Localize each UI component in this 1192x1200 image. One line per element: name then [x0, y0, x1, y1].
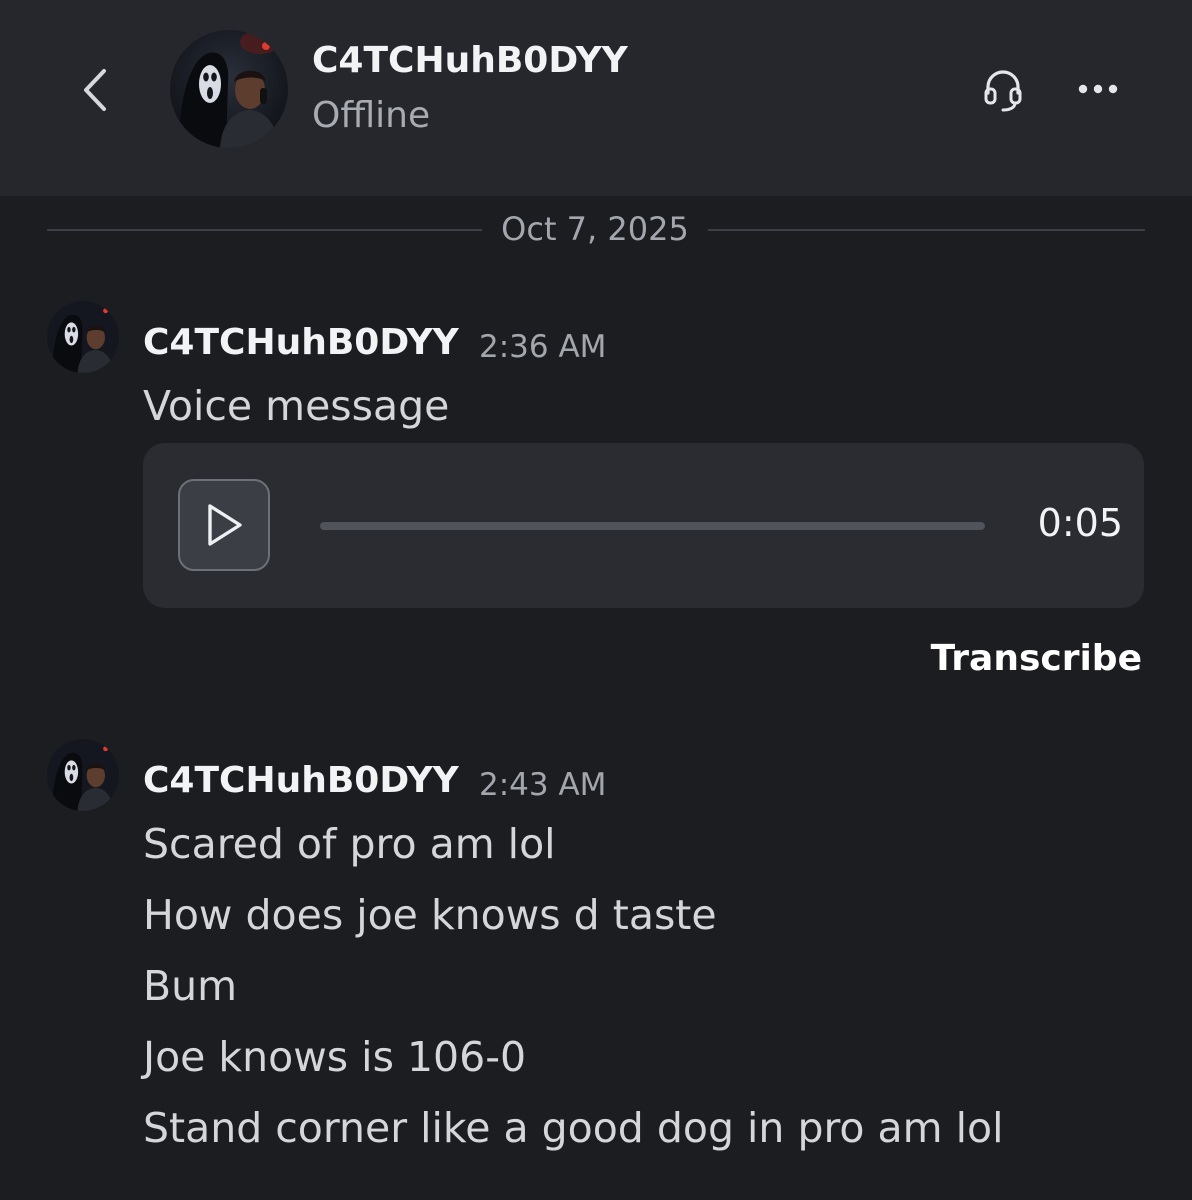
message-text: Joe knows is 106-0	[143, 1033, 527, 1081]
message-author[interactable]: C4TCHuhB0DYY	[143, 760, 459, 801]
message-avatar[interactable]	[47, 301, 119, 373]
contact-name[interactable]: C4TCHuhB0DYY	[312, 40, 628, 81]
play-icon	[208, 504, 242, 546]
contact-status: Offline	[312, 95, 431, 136]
date-divider-line-right	[708, 229, 1145, 231]
chevron-left-icon	[84, 69, 106, 111]
more-options-button[interactable]	[1072, 66, 1124, 112]
transcribe-button[interactable]: Transcribe	[900, 638, 1142, 679]
date-divider: Oct 7, 2025	[501, 210, 689, 248]
message-text: Voice message	[143, 382, 450, 430]
message-timestamp: 2:43 AM	[479, 767, 607, 803]
voice-call-button[interactable]	[975, 62, 1031, 118]
more-horizontal-icon	[1078, 84, 1118, 94]
dm-screen: C4TCHuhB0DYY Offline Oct 7, 2025 C4TCHuh…	[0, 0, 1192, 1200]
avatar[interactable]	[170, 30, 288, 148]
message-text: How does joe knows d taste	[143, 891, 717, 939]
headset-icon	[984, 70, 1022, 112]
message-timestamp: 2:36 AM	[479, 329, 607, 365]
voice-progress-bar[interactable]	[320, 522, 985, 530]
message-author[interactable]: C4TCHuhB0DYY	[143, 322, 459, 363]
play-button[interactable]	[178, 479, 270, 571]
chat-header: C4TCHuhB0DYY Offline	[0, 0, 1192, 196]
back-button[interactable]	[70, 60, 120, 120]
voice-message-player: 0:05	[143, 443, 1144, 608]
message-text: Scared of pro am lol	[143, 820, 556, 868]
message-text: Bum	[143, 962, 238, 1010]
message-text: Stand corner like a good dog in pro am l…	[143, 1104, 1004, 1152]
date-divider-line-left	[47, 229, 482, 231]
message-avatar[interactable]	[47, 739, 119, 811]
voice-duration: 0:05	[1037, 501, 1123, 545]
